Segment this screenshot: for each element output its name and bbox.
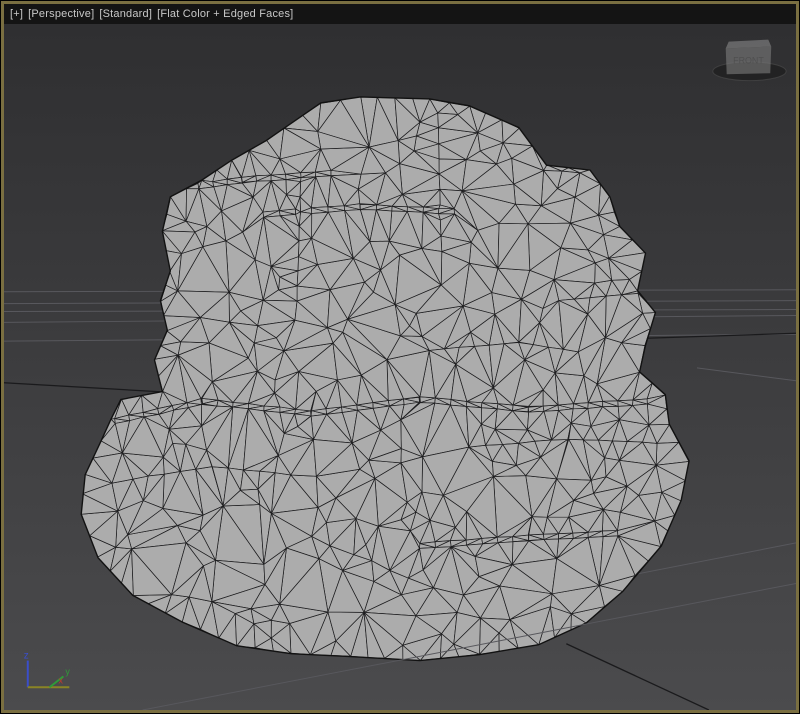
viewport-canvas[interactable]: z x y FRONT — [4, 4, 796, 710]
viewcube-front-label: FRONT — [733, 55, 764, 65]
viewport-frame: z x y FRONT [+] [Perspective] [Standard]… — [1, 1, 799, 713]
scene-svg[interactable]: z x y FRONT — [4, 4, 796, 710]
viewport-general-menu[interactable]: [+] — [10, 4, 23, 24]
axis-x-label: x — [58, 675, 63, 685]
viewport-pov-menu[interactable]: [Perspective] — [28, 4, 94, 24]
viewport-label-bar: [+] [Perspective] [Standard] [Flat Color… — [4, 4, 796, 24]
axis-z-label: z — [24, 651, 29, 662]
axis-y-label: y — [65, 666, 70, 676]
viewport-shading-menu[interactable]: [Flat Color + Edged Faces] — [157, 4, 293, 24]
viewport-render-preset-menu[interactable]: [Standard] — [99, 4, 152, 24]
